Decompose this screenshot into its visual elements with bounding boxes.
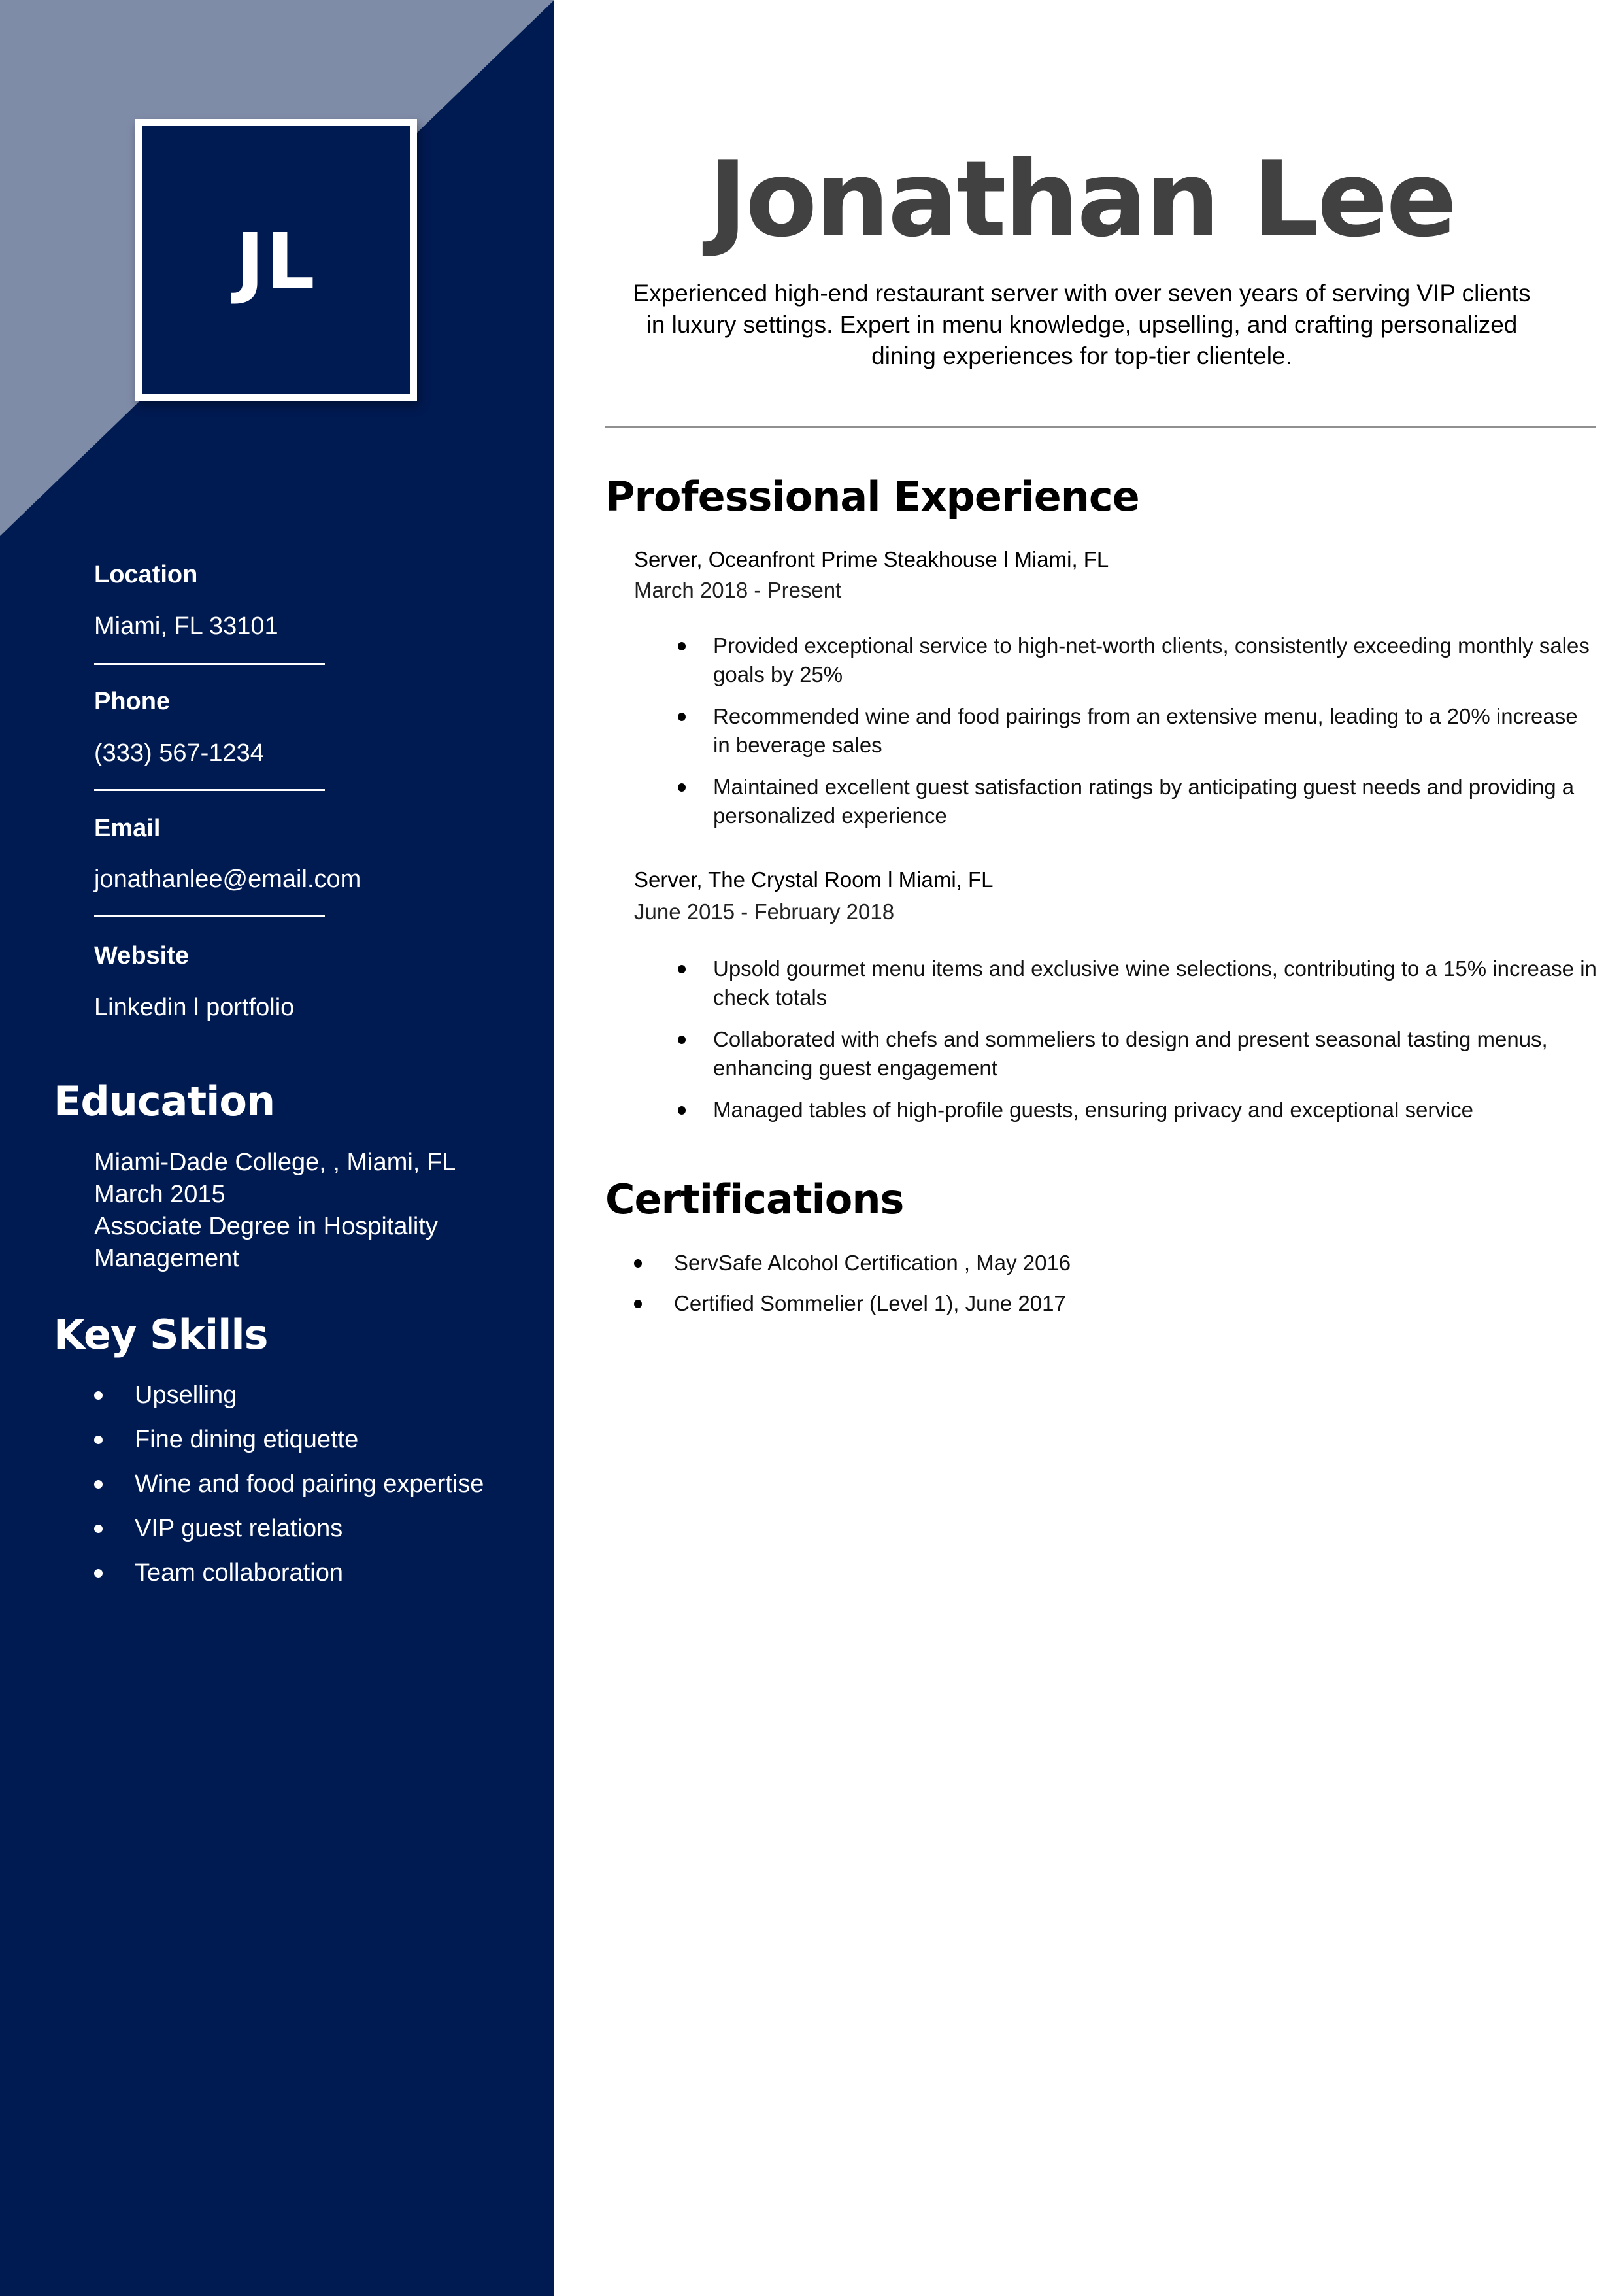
job-bullet: Collaborated with chefs and sommeliers t…: [678, 1025, 1599, 1083]
job-title: Server, The Crystal Room l Miami, FL: [634, 868, 994, 892]
job-bullet: Provided exceptional service to high-net…: [678, 632, 1599, 689]
job-dates: June 2015 - February 2018: [634, 900, 895, 924]
contact-label: Location: [94, 561, 198, 588]
certifications-list: ServSafe Alcohol Certification , May 201…: [634, 1249, 1071, 1330]
bullet-icon: [94, 1391, 103, 1400]
skill-item: Fine dining etiquette: [94, 1424, 484, 1468]
bullet-icon: [94, 1569, 103, 1578]
skill-item: Team collaboration: [94, 1557, 484, 1602]
education-details: Miami-Dade College, , Miami, FL March 20…: [94, 1147, 456, 1275]
bullet-icon: [678, 783, 686, 792]
candidate-name: Jonathan Lee: [708, 138, 1457, 260]
job-bullet: Upsold gourmet menu items and exclusive …: [678, 954, 1599, 1012]
certification-item: ServSafe Alcohol Certification , May 201…: [634, 1249, 1071, 1277]
job-bullets: Upsold gourmet menu items and exclusive …: [678, 954, 1599, 1138]
bullet-icon: [678, 1106, 686, 1115]
contact-label: Email: [94, 815, 161, 842]
experience-heading: Professional Experience: [605, 473, 1140, 520]
education-line: Miami-Dade College, , Miami, FL: [94, 1149, 456, 1176]
contact-label: Website: [94, 942, 190, 970]
education-line: Management: [94, 1245, 239, 1272]
bullet-icon: [634, 1300, 642, 1308]
skill-item: Wine and food pairing expertise: [94, 1468, 484, 1513]
bullet-icon: [634, 1259, 642, 1268]
job-bullet: Managed tables of high-profile guests, e…: [678, 1096, 1599, 1124]
job-dates: March 2018 - Present: [634, 578, 842, 602]
profile-summary: Experienced high-end restaurant server w…: [633, 280, 1531, 369]
certification-item: Certified Sommelier (Level 1), June 2017: [634, 1289, 1071, 1318]
skill-item: Upselling: [94, 1379, 484, 1424]
bullet-icon: [678, 713, 686, 721]
monogram-box: JL: [135, 119, 417, 401]
contact-label: Phone: [94, 688, 171, 715]
contact-divider: [94, 789, 325, 791]
skills-heading: Key Skills: [54, 1311, 269, 1359]
skills-list: Upselling Fine dining etiquette Wine and…: [94, 1379, 484, 1602]
contact-divider: [94, 663, 325, 665]
job-title: Server, Oceanfront Prime Steakhouse l Mi…: [634, 547, 1109, 571]
contact-value[interactable]: Linkedin l portfolio: [94, 994, 294, 1022]
monogram-initials: JL: [235, 216, 316, 307]
education-heading: Education: [54, 1077, 275, 1125]
job-bullets: Provided exceptional service to high-net…: [678, 632, 1599, 843]
sidebar: JL Location Miami, FL 33101 Phone (333) …: [0, 0, 554, 2296]
bullet-icon: [678, 642, 686, 650]
contact-divider: [94, 915, 325, 917]
contact-value: Miami, FL 33101: [94, 613, 278, 640]
header-divider: [605, 426, 1596, 428]
contact-value: (333) 567-1234: [94, 739, 264, 767]
contact-value[interactable]: jonathanlee@email.com: [94, 866, 361, 894]
education-line: March 2015: [94, 1181, 226, 1208]
education-line: Associate Degree in Hospitality: [94, 1213, 438, 1240]
job-bullet: Maintained excellent guest satisfaction …: [678, 773, 1599, 830]
bullet-icon: [94, 1525, 103, 1533]
skill-item: VIP guest relations: [94, 1513, 484, 1557]
bullet-icon: [94, 1480, 103, 1489]
bullet-icon: [678, 965, 686, 973]
bullet-icon: [94, 1436, 103, 1444]
job-bullet: Recommended wine and food pairings from …: [678, 702, 1599, 760]
bullet-icon: [678, 1036, 686, 1044]
certifications-heading: Certifications: [605, 1175, 904, 1223]
